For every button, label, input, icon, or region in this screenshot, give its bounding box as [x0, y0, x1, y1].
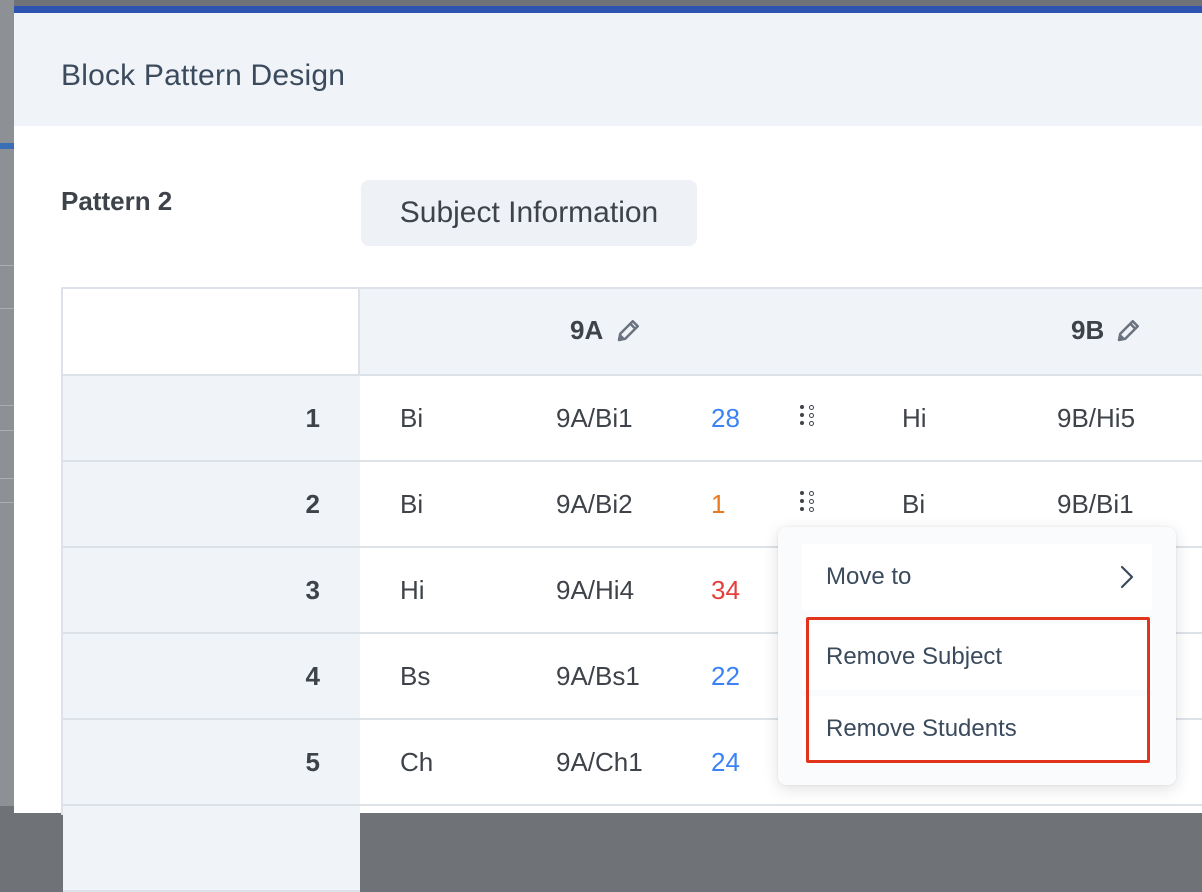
drag-handle-icon[interactable] — [800, 403, 820, 433]
menu-item-label: Move to — [826, 563, 912, 590]
drag-handle-icon[interactable] — [800, 489, 820, 519]
background-app — [0, 0, 14, 806]
subject-cell[interactable]: Bs — [400, 661, 430, 692]
row-number: 4 — [305, 661, 320, 691]
student-count: 1 — [711, 489, 726, 519]
class-header-9a: 9A — [570, 315, 604, 345]
row-header: 5 — [63, 720, 360, 806]
subject-cell[interactable]: Bi — [400, 489, 423, 520]
class-header-row: 9A 9B — [360, 289, 1202, 376]
pencil-icon[interactable] — [614, 315, 644, 345]
row-header: 3 — [63, 548, 360, 634]
row-number: 1 — [305, 403, 320, 433]
class-code-cell[interactable]: 9A/Ch1 — [556, 747, 643, 778]
row-number: 5 — [305, 747, 320, 777]
menu-item-remove-subject[interactable]: Remove Subject — [802, 624, 1152, 690]
background-divider — [0, 430, 14, 431]
menu-item-remove-students[interactable]: Remove Students — [802, 696, 1152, 762]
class-code-cell[interactable]: 9A/Hi4 — [556, 575, 634, 606]
menu-item-move-to[interactable]: Move to — [802, 544, 1152, 610]
row-header — [63, 806, 360, 892]
grid-corner-cell — [63, 289, 360, 376]
pattern-label: Pattern 2 — [61, 186, 173, 216]
student-count: 28 — [711, 403, 740, 433]
menu-item-label: Remove Subject — [826, 643, 1003, 670]
class-code-cell[interactable]: 9B/Hi5 — [1057, 403, 1135, 434]
subject-cell[interactable]: Hi — [400, 575, 425, 606]
modal-header: Block Pattern Design — [14, 13, 1202, 126]
pencil-icon[interactable] — [1114, 315, 1144, 345]
menu-item-label: Remove Students — [826, 715, 1017, 742]
background-tab-indicator — [0, 143, 14, 149]
background-divider — [0, 478, 14, 479]
student-count: 24 — [711, 747, 740, 777]
class-code-cell[interactable]: 9A/Bs1 — [556, 661, 640, 692]
student-count: 34 — [711, 575, 740, 605]
subject-cell[interactable]: Ch — [400, 747, 433, 778]
chevron-right-icon — [1120, 565, 1134, 589]
background-divider — [0, 502, 14, 503]
row-number: 2 — [305, 489, 320, 519]
class-code-cell[interactable]: 9A/Bi1 — [556, 403, 633, 434]
subject-cell[interactable]: Bi — [400, 403, 423, 434]
row-number: 3 — [305, 575, 320, 605]
modal-title: Block Pattern Design — [61, 59, 346, 92]
subject-cell[interactable]: Hi — [902, 403, 927, 434]
row-header: 1 — [63, 376, 360, 462]
subject-information-button[interactable]: Subject Information — [361, 180, 697, 246]
subject-cell[interactable]: Bi — [902, 489, 925, 520]
context-menu: Move to Remove Subject Remove Students — [778, 527, 1176, 785]
table-row: Bi 9A/Bi1 28 Hi 9B/Hi5 — [360, 376, 1202, 462]
class-code-cell[interactable]: 9B/Bi1 — [1057, 489, 1134, 520]
background-divider — [0, 405, 14, 406]
student-count: 22 — [711, 661, 740, 691]
background-divider — [0, 265, 14, 266]
class-code-cell[interactable]: 9A/Bi2 — [556, 489, 633, 520]
row-header: 2 — [63, 462, 360, 548]
background-divider — [0, 308, 14, 309]
class-header-9b: 9B — [1071, 315, 1105, 345]
row-header: 4 — [63, 634, 360, 720]
